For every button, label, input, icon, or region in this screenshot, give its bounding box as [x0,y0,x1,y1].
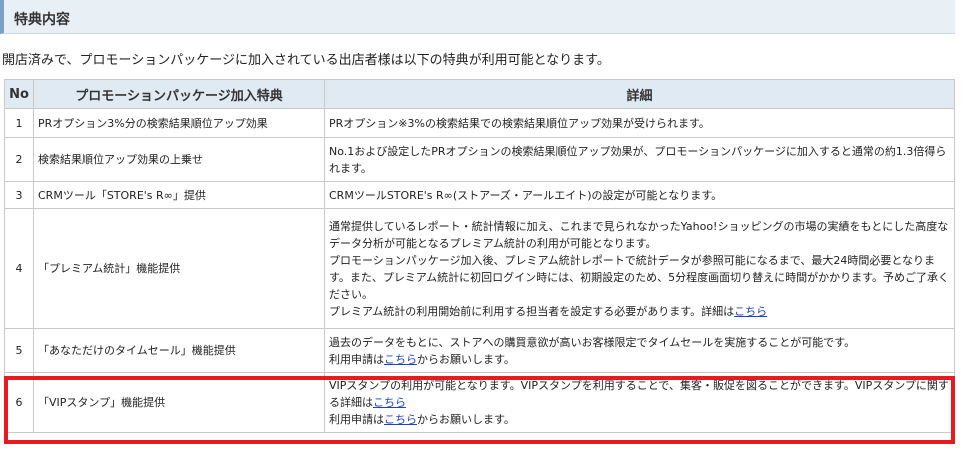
apply-text: 利用申請はこちらからお願いします。 [329,351,950,368]
row-benefit: 検索結果順位アップ効果の上乗せ [33,137,325,182]
row-no: 5 [4,328,34,373]
header-no: No [4,79,34,109]
row-detail: 過去のデータをもとに、ストアへの購買意欲が高いお客様限定でタイムセールを実施する… [324,328,955,373]
apply-link[interactable]: こちら [384,353,417,366]
table-row: 3 CRMツール「STORE's R∞」提供 CRMツールSTORE's R∞(… [4,181,955,209]
row-benefit: 「あなただけのタイムセール」機能提供 [33,328,325,373]
row-no: 6 [4,372,34,433]
detail-text: PRオプション※3%の検索結果での検索結果順位アップ効果が受けられます。 [329,116,710,130]
intro-text: 開店済みで、プロモーションパッケージに加入されている出店者様は以下の特典が利用可… [2,53,610,68]
detail-text-prefix: プレミアム統計の利用開始前に利用する担当者を設定する必要があります。詳細は [329,304,735,318]
apply-suffix: からお願いします。 [417,352,515,366]
row-no: 2 [4,137,34,182]
row-benefit: 「プレミアム統計」機能提供 [33,208,325,329]
row-detail: PRオプション※3%の検索結果での検索結果順位アップ効果が受けられます。 [324,108,955,138]
row-no: 4 [4,208,34,329]
table-row: 5 「あなただけのタイムセール」機能提供 過去のデータをもとに、ストアへの購買意… [4,328,955,373]
benefits-table: No プロモーションパッケージ加入特典 詳細 1 PRオプション3%分の検索結果… [4,79,955,433]
table-row: 1 PRオプション3%分の検索結果順位アップ効果 PRオプション※3%の検索結果… [4,108,955,138]
detail-text: 通常提供しているレポート・統計情報に加え、これまで見られなかったYahoo!ショ… [329,219,949,250]
apply-prefix: 利用申請は [329,413,384,426]
row-no: 1 [4,108,34,138]
detail-text-prefix: VIPスタンプの利用が可能となります。VIPスタンプを利用することで、集客・販促… [329,379,949,409]
row-no: 3 [4,181,34,209]
apply-prefix: 利用申請は [329,352,384,366]
table-row: 2 検索結果順位アップ効果の上乗せ No.1および設定したPRオプションの検索結… [4,137,955,182]
apply-link[interactable]: こちら [384,413,417,426]
apply-text: 利用申請はこちらからお願いします。 [329,411,950,428]
apply-suffix: からお願いします。 [417,413,515,426]
section-header: 特典内容 [0,0,955,34]
detail-text: プレミアム統計の利用開始前に利用する担当者を設定する必要があります。詳細はこちら [329,303,950,320]
row-benefit: 「VIPスタンプ」機能提供 [33,372,325,433]
detail-text: VIPスタンプの利用が可能となります。VIPスタンプを利用することで、集客・販促… [329,377,950,411]
table-row: 6 「VIPスタンプ」機能提供 VIPスタンプの利用が可能となります。VIPスタ… [4,372,955,433]
header-benefit: プロモーションパッケージ加入特典 [33,79,325,109]
details-link[interactable]: こちら [734,305,767,318]
header-detail: 詳細 [324,79,955,109]
detail-text: No.1および設定したPRオプションの検索結果順位アップ効果が、プロモーションパ… [329,144,947,175]
row-benefit: PRオプション3%分の検索結果順位アップ効果 [33,108,325,138]
row-benefit: CRMツール「STORE's R∞」提供 [33,181,325,209]
row-detail: VIPスタンプの利用が可能となります。VIPスタンプを利用することで、集客・販促… [324,372,955,433]
table-header-row: No プロモーションパッケージ加入特典 詳細 [4,79,955,109]
row-detail: 通常提供しているレポート・統計情報に加え、これまで見られなかったYahoo!ショ… [324,208,955,329]
detail-text: プロモーションパッケージ加入後、プレミアム統計レポートで統計データが参照可能にな… [329,253,950,301]
row-detail: CRMツールSTORE's R∞(ストアーズ・アールエイト)の設定が可能となりま… [324,181,955,209]
detail-text: CRMツールSTORE's R∞(ストアーズ・アールエイト)の設定が可能となりま… [329,188,723,202]
table-row: 4 「プレミアム統計」機能提供 通常提供しているレポート・統計情報に加え、これま… [4,208,955,329]
row-detail: No.1および設定したPRオプションの検索結果順位アップ効果が、プロモーションパ… [324,137,955,182]
details-link[interactable]: こちら [373,396,406,409]
detail-text: 過去のデータをもとに、ストアへの購買意欲が高いお客様限定でタイムセールを実施する… [329,335,856,349]
section-title: 特典内容 [14,12,70,28]
